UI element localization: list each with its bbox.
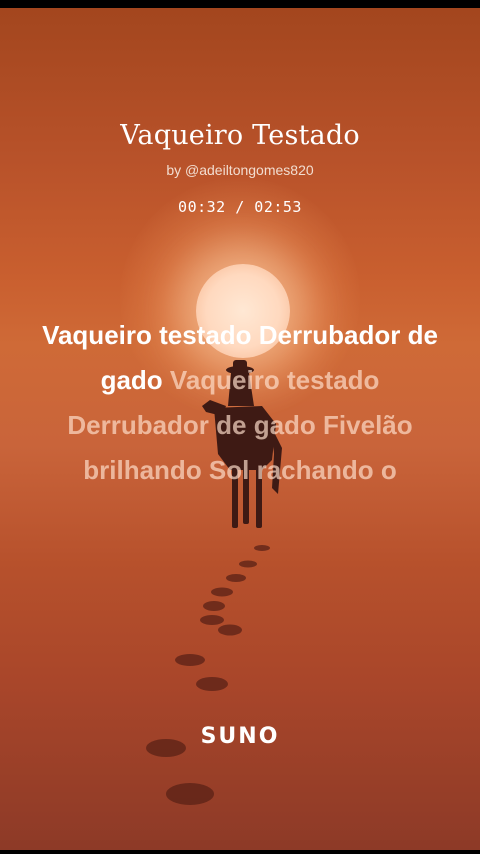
top-letterbox: [0, 0, 480, 8]
video-frame: Vaqueiro Testado by @adeiltongomes820 00…: [0, 0, 480, 854]
bottom-letterbox: [0, 850, 480, 854]
suno-logo: SUNO: [200, 724, 280, 749]
background-scene: Vaqueiro Testado by @adeiltongomes820 00…: [0, 8, 480, 850]
footprints: [146, 545, 270, 805]
playback-time: 00:32 / 02:53: [0, 198, 480, 216]
lyrics-panel: Vaqueiro testado Derrubador de gado Vaqu…: [36, 313, 444, 493]
artist-byline: by @adeiltongomes820: [166, 162, 314, 178]
song-title: Vaqueiro Testado: [120, 120, 360, 151]
total-time: 02:53: [254, 198, 302, 216]
time-separator: /: [225, 198, 255, 216]
current-time: 00:32: [178, 198, 226, 216]
